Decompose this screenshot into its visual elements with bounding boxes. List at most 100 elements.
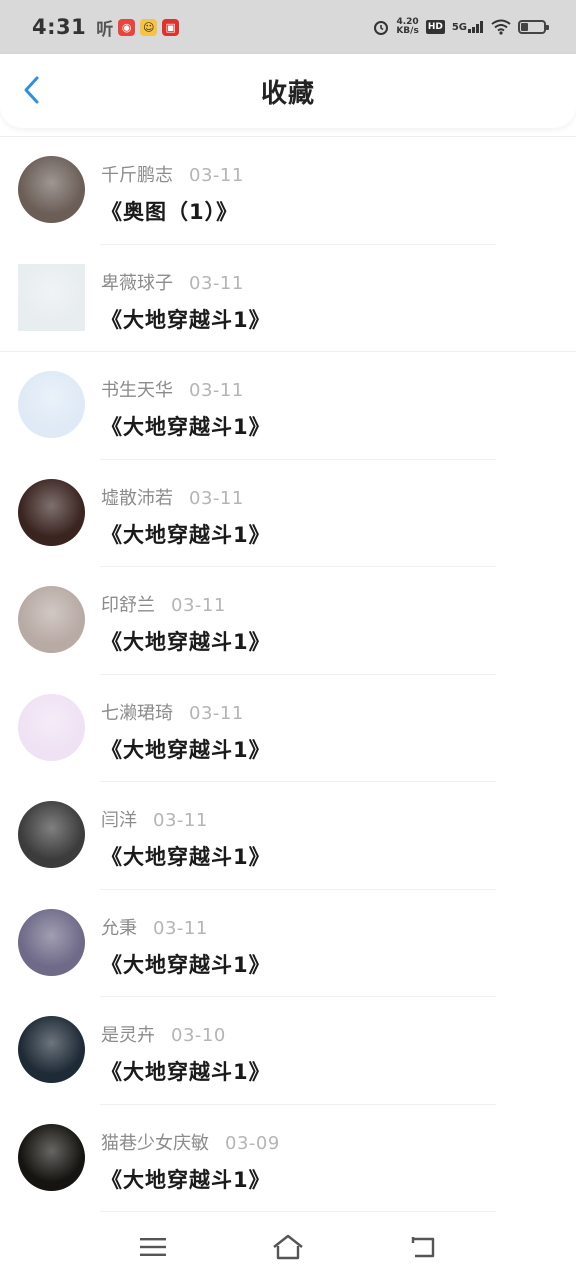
favorite-meta: 允秉 03-11 (101, 914, 271, 940)
favorite-meta: 书生天华 03-11 (101, 376, 271, 402)
avatar[interactable] (18, 371, 85, 438)
favorite-date: 03-09 (225, 1132, 280, 1154)
favorite-item[interactable]: 书生天华 03-11 《大地穿越斗1》 (0, 352, 576, 460)
favorite-date: 03-11 (171, 595, 226, 616)
favorite-meta: 印舒兰 03-11 (101, 591, 271, 617)
network-type: 5G (451, 22, 467, 33)
favorite-item-text: 是灵卉 03-10 《大地穿越斗1》 (101, 1021, 271, 1086)
favorite-item-text: 书生天华 03-11 《大地穿越斗1》 (101, 376, 271, 441)
avatar[interactable] (18, 156, 85, 223)
wifi-icon (491, 19, 511, 35)
favorite-date: 03-11 (189, 272, 244, 294)
app-notification-icon: ▣ (162, 18, 180, 36)
speed-unit: KB/s (396, 26, 419, 36)
signal-icon: 5G (452, 21, 484, 33)
favorite-item[interactable]: 七濑珺琦 03-11 《大地穿越斗1》 (0, 675, 576, 782)
ting-app-icon: 听 (96, 19, 114, 40)
work-title[interactable]: 《大地穿越斗1》 (101, 1056, 271, 1086)
notification-icons: 听 ◉ ☺ ▣ (96, 15, 180, 40)
favorite-item[interactable]: 墟散沛若 03-11 《大地穿越斗1》 (0, 460, 576, 567)
username[interactable]: 千斤鹏志 (101, 161, 173, 187)
favorite-item-text: 卑薇球子 03-11 《大地穿越斗1》 (101, 269, 271, 334)
avatar[interactable] (18, 801, 85, 868)
avatar[interactable] (18, 693, 85, 761)
avatar[interactable] (18, 263, 85, 331)
favorite-meta: 是灵卉 03-10 (101, 1021, 271, 1047)
avatar[interactable] (18, 908, 85, 976)
avatar[interactable] (18, 1016, 85, 1083)
username[interactable]: 书生天华 (101, 376, 173, 402)
hd-icon: HD (425, 20, 445, 34)
work-title[interactable]: 《大地穿越斗1》 (101, 411, 271, 441)
favorite-item-text: 允秉 03-11 《大地穿越斗1》 (101, 914, 271, 979)
network-speed: 4.20 KB/s (396, 18, 418, 36)
favorite-item-text: 墟散沛若 03-11 《大地穿越斗1》 (101, 484, 271, 549)
favorite-item-text: 七濑珺琦 03-11 《大地穿越斗1》 (101, 699, 271, 764)
favorite-item-text: 猫巷少女庆敏 03-09 《大地穿越斗1》 (101, 1129, 280, 1194)
home-icon (273, 1234, 303, 1260)
favorite-date: 03-11 (189, 380, 244, 401)
favorite-item[interactable]: 闫洋 03-11 《大地穿越斗1》 (0, 782, 576, 890)
chevron-left-icon (24, 76, 39, 104)
username[interactable]: 卑薇球子 (101, 269, 173, 295)
work-title[interactable]: 《大地穿越斗1》 (101, 304, 271, 334)
work-title[interactable]: 《奥图（1）》 (101, 196, 244, 226)
username[interactable]: 印舒兰 (101, 591, 155, 617)
username[interactable]: 是灵卉 (101, 1021, 155, 1047)
favorite-date: 03-11 (189, 487, 244, 509)
username[interactable]: 猫巷少女庆敏 (101, 1129, 209, 1155)
favorite-date: 03-10 (171, 1025, 226, 1046)
alarm-icon (374, 21, 389, 35)
avatar[interactable] (18, 478, 85, 546)
favorite-item[interactable]: 允秉 03-11 《大地穿越斗1》 (0, 890, 576, 997)
favorite-date: 03-11 (189, 702, 244, 724)
header: 收藏 (0, 54, 576, 128)
favorite-date: 03-11 (153, 810, 208, 831)
favorite-item-text: 千斤鹏志 03-11 《奥图（1）》 (101, 161, 244, 226)
status-right: 4.20 KB/s HD 5G (373, 18, 549, 36)
avatar[interactable] (18, 1123, 85, 1191)
work-title[interactable]: 《大地穿越斗1》 (101, 626, 271, 656)
favorite-item-text: 印舒兰 03-11 《大地穿越斗1》 (101, 591, 271, 656)
favorite-meta: 卑薇球子 03-11 (101, 269, 271, 295)
work-title[interactable]: 《大地穿越斗1》 (101, 519, 271, 549)
favorite-item[interactable]: 千斤鹏志 03-11 《奥图（1）》 (0, 137, 576, 245)
app-notification-icon: ◉ (118, 18, 136, 36)
favorite-item[interactable]: 印舒兰 03-11 《大地穿越斗1》 (0, 567, 576, 675)
favorites-list: 千斤鹏志 03-11 《奥图（1）》 卑薇球子 03-11 《大地穿越斗1》 书生天华 03-… (0, 137, 576, 1212)
status-bar: 4:31 听 ◉ ☺ ▣ 4.20 KB/s HD 5G (0, 0, 576, 54)
favorite-item[interactable]: 猫巷少女庆敏 03-09 《大地穿越斗1》 (0, 1105, 576, 1212)
favorite-date: 03-11 (153, 917, 208, 939)
battery-level (521, 23, 528, 31)
battery-icon (518, 20, 549, 34)
system-nav-bar (0, 1214, 576, 1280)
return-button[interactable] (403, 1227, 443, 1267)
username[interactable]: 闫洋 (101, 806, 137, 832)
return-icon (412, 1237, 435, 1258)
app-notification-icon: ☺ (140, 18, 158, 36)
favorite-item[interactable]: 是灵卉 03-10 《大地穿越斗1》 (0, 997, 576, 1105)
username[interactable]: 墟散沛若 (101, 484, 173, 510)
home-button[interactable] (268, 1227, 308, 1267)
signal-bars-icon (468, 21, 483, 33)
avatar[interactable] (18, 586, 85, 653)
favorite-meta: 墟散沛若 03-11 (101, 484, 271, 510)
favorite-meta: 猫巷少女庆敏 03-09 (101, 1129, 280, 1155)
item-divider (100, 1211, 496, 1212)
status-time: 4:31 (32, 15, 87, 39)
favorite-meta: 千斤鹏志 03-11 (101, 161, 244, 187)
menu-button[interactable] (133, 1227, 173, 1267)
work-title[interactable]: 《大地穿越斗1》 (101, 841, 271, 871)
favorite-meta: 七濑珺琦 03-11 (101, 699, 271, 725)
favorite-item-text: 闫洋 03-11 《大地穿越斗1》 (101, 806, 271, 871)
page-title: 收藏 (260, 78, 315, 109)
back-button[interactable] (14, 72, 50, 108)
username[interactable]: 允秉 (101, 914, 137, 940)
work-title[interactable]: 《大地穿越斗1》 (101, 734, 271, 764)
username[interactable]: 七濑珺琦 (101, 699, 173, 725)
work-title[interactable]: 《大地穿越斗1》 (101, 1164, 280, 1194)
favorite-item[interactable]: 卑薇球子 03-11 《大地穿越斗1》 (0, 245, 576, 352)
favorite-meta: 闫洋 03-11 (101, 806, 271, 832)
favorite-date: 03-11 (189, 165, 244, 186)
work-title[interactable]: 《大地穿越斗1》 (101, 949, 271, 979)
